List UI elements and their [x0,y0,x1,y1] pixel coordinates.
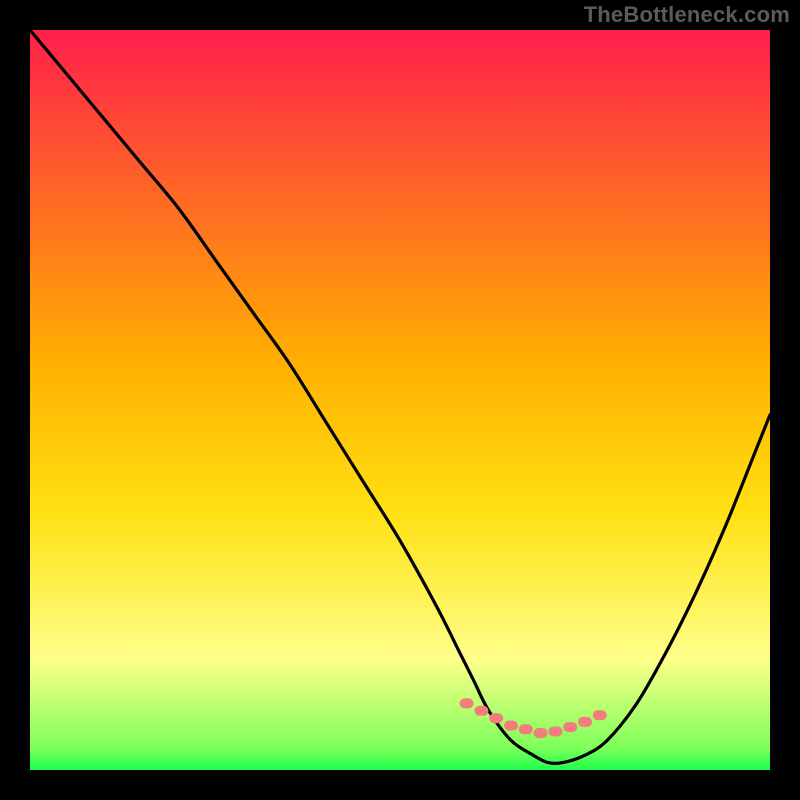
sweet-spot-marker [474,706,488,716]
chart-frame: TheBottleneck.com [0,0,800,800]
sweet-spot-marker [504,721,518,731]
sweet-spot-marker [519,724,533,734]
sweet-spot-marker [578,717,592,727]
sweet-spot-marker [548,727,562,737]
sweet-spot-marker [593,710,607,720]
sweet-spot-marker [534,728,548,738]
sweet-spot-marker [489,713,503,723]
gradient-background [30,30,770,770]
sweet-spot-marker [460,698,474,708]
plot-area [30,30,770,770]
sweet-spot-marker [563,722,577,732]
chart-svg [30,30,770,770]
watermark-text: TheBottleneck.com [584,2,790,28]
